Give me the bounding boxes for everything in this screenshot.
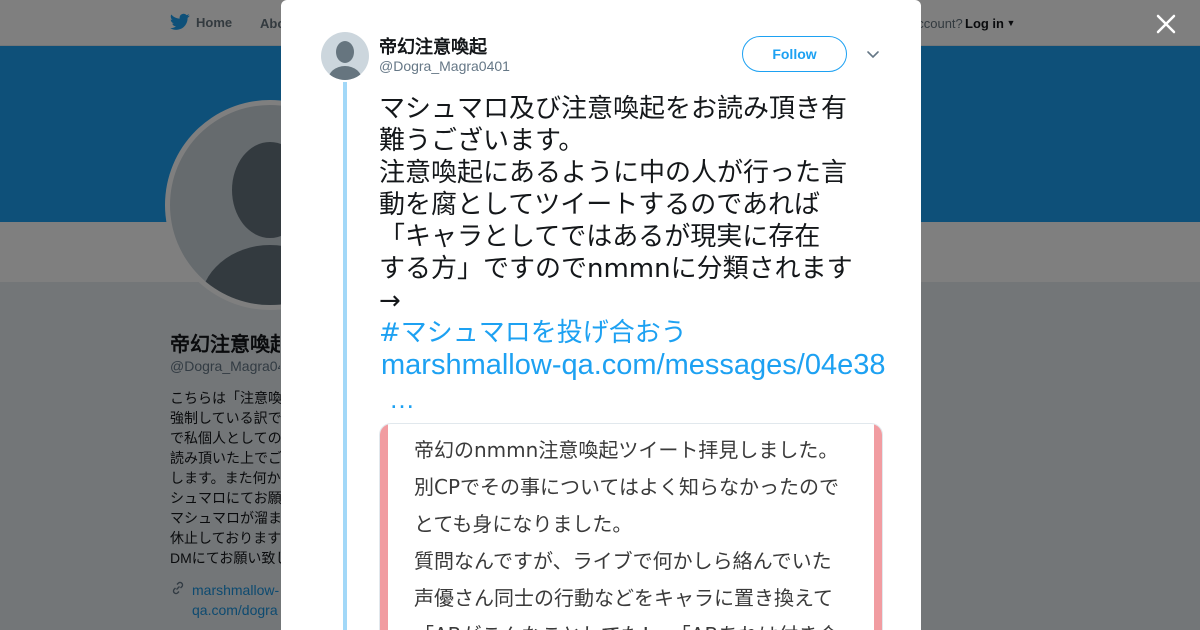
card-text-line: 「ABがこんなことしてた！」「ABあれは付き合 [414,617,839,630]
tweet-modal: 帝幻注意喚起 @Dogra_Magra0401 Follow マシュマロ及び注意… [281,0,921,630]
default-avatar-icon [321,32,369,80]
tweet-text-line: 「キャラとしてではあるが現実に存在 [379,222,821,252]
tweet-author-handle[interactable]: @Dogra_Magra0401 [379,58,510,74]
chevron-down-icon[interactable] [865,46,881,62]
tweet-avatar[interactable] [321,32,369,80]
tweet-url-ellipsis[interactable]: … [389,383,415,415]
card-text-line: 声優さん同士の行動などをキャラに置き換えて [414,586,833,610]
tweet-url-link[interactable]: marshmallow-qa.com/messages/04e38 [381,349,886,381]
card-border-accent [874,424,882,630]
card-text-line: とても身になりました。 [414,512,633,536]
tweet-author-name[interactable]: 帝幻注意喚起 [379,33,487,59]
tweet-text-line: 動を腐としてツイートするのであれば [379,190,820,220]
card-text-line: 別CPでその事についてはよく知らなかったので [414,475,840,499]
card-text-line: 帝幻のnmmn注意喚起ツイート拝見しました。 [414,438,839,462]
tweet-text: マシュマロ及び注意喚起をお読み頂き有 難うございます。 注意喚起にあるように中の… [379,93,889,317]
tweet-text-line: マシュマロ及び注意喚起をお読み頂き有 [379,94,848,124]
close-icon[interactable] [1152,10,1180,38]
tweet-text-line: 注意喚起にあるように中の人が行った言 [379,158,848,188]
thread-line [343,82,347,630]
tweet-text-line: 難うございます。 [379,126,585,156]
follow-button[interactable]: Follow [742,36,847,72]
media-card[interactable]: 帝幻のnmmn注意喚起ツイート拝見しました。 別CPでその事についてはよく知らな… [379,423,883,630]
card-text-line: 質問なんですが、ライブで何かしら絡んでいた [414,549,832,573]
card-border-accent [380,424,388,630]
tweet-hashtag-link[interactable]: #マシュマロを投げ合おう [379,317,687,349]
tweet-text-line: する方」ですのでnmmnに分類されます [379,254,853,284]
card-message-text: 帝幻のnmmn注意喚起ツイート拝見しました。 別CPでその事についてはよく知らな… [414,432,839,630]
tweet-text-line: → [379,286,401,316]
